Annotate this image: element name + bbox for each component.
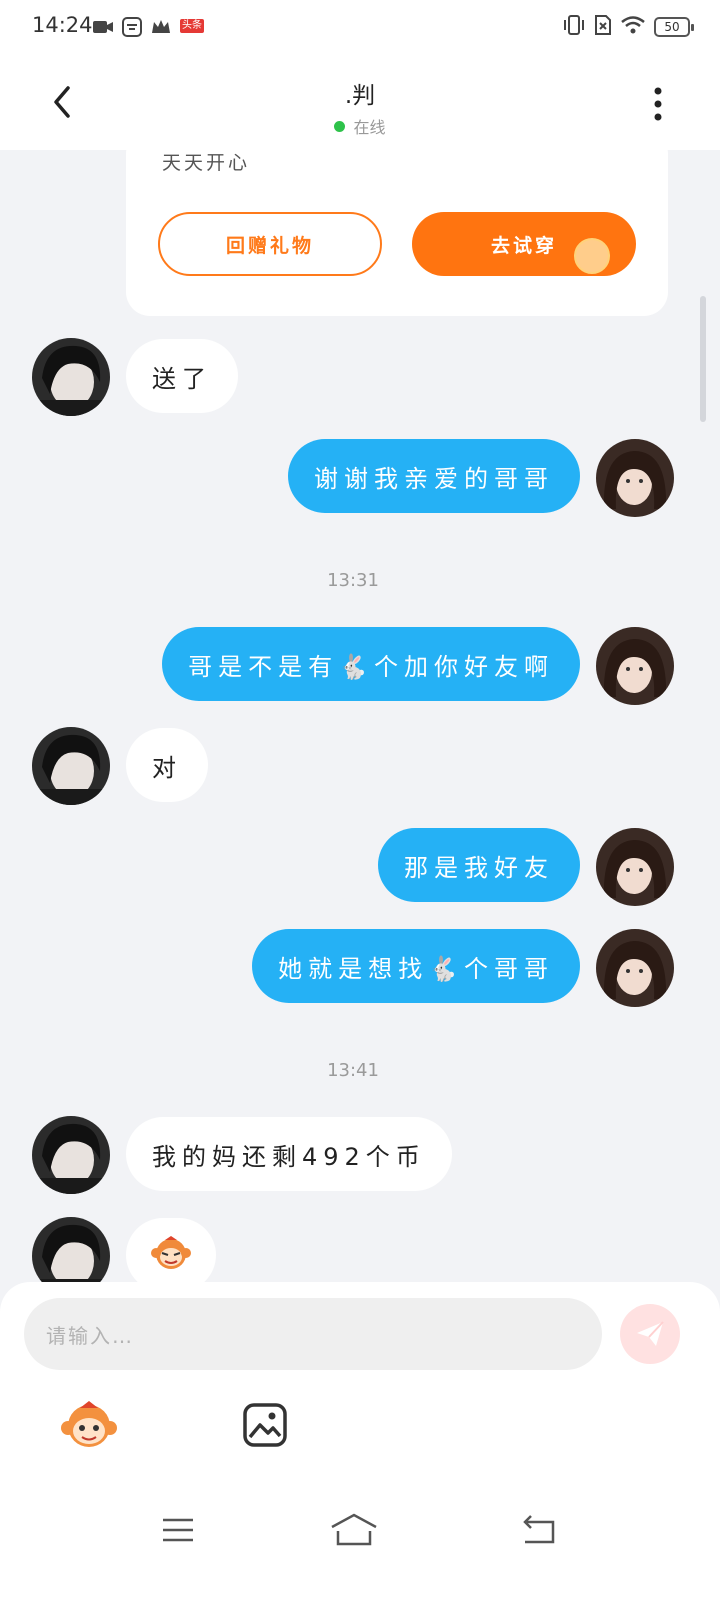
user-avatar[interactable]: [596, 439, 674, 517]
monkey-sticker-icon: [151, 1236, 191, 1269]
system-nav-bar: [0, 1490, 720, 1600]
user-avatar[interactable]: [596, 627, 674, 705]
no-sim-icon: [594, 14, 612, 40]
online-status-label: 在线: [353, 118, 386, 137]
crown-icon: [150, 16, 172, 38]
online-dot: [334, 120, 346, 132]
emoji-button[interactable]: [60, 1400, 118, 1450]
return-gift-button[interactable]: 回赠礼物: [158, 212, 382, 276]
timestamp: 13:31: [327, 570, 379, 591]
chat-title: .判: [344, 83, 376, 109]
chat-title-block: .判 在线: [0, 76, 720, 138]
status-time: 14:24: [32, 13, 93, 37]
video-camera-icon: [92, 16, 114, 38]
back-nav-button[interactable]: [514, 1510, 562, 1550]
home-nav-button[interactable]: [330, 1510, 378, 1550]
menu-icon: [163, 1518, 193, 1542]
message-list[interactable]: 天天开心 回赠礼物 去试穿 送了 谢谢我亲爱的哥哥 13:31 哥是不是有🐇个加…: [0, 150, 720, 1282]
status-bar: 14:24 头条 50: [0, 0, 720, 58]
battery-indicator: 50: [654, 17, 694, 37]
app-notification-icon: [121, 16, 143, 38]
message-input[interactable]: 请输入…: [24, 1298, 602, 1370]
message-bubble-outgoing[interactable]: 她就是想找🐇个哥哥: [252, 929, 580, 1003]
gift-message: 天天开心: [162, 152, 251, 174]
image-button[interactable]: [242, 1402, 288, 1448]
contact-avatar[interactable]: [32, 338, 110, 416]
system-indicators: 50: [562, 14, 694, 40]
more-options-button[interactable]: [636, 82, 680, 126]
message-bubble-incoming[interactable]: 对: [126, 728, 208, 802]
user-avatar[interactable]: [596, 828, 674, 906]
image-icon: [243, 1403, 287, 1447]
send-button[interactable]: [620, 1304, 680, 1364]
sticker-message[interactable]: [126, 1218, 216, 1282]
menu-nav-button[interactable]: [154, 1510, 202, 1550]
timestamp: 13:41: [327, 1060, 379, 1081]
user-avatar[interactable]: [596, 929, 674, 1007]
home-icon: [331, 1513, 377, 1546]
contact-avatar[interactable]: [32, 727, 110, 805]
touch-indicator: [574, 238, 610, 274]
news-badge: 头条: [180, 19, 204, 33]
paper-plane-icon: [637, 1321, 664, 1346]
more-vertical-icon: [654, 87, 662, 121]
message-bubble-incoming[interactable]: 我的妈还剩492个币: [126, 1117, 452, 1191]
monkey-emoji-icon: [61, 1401, 117, 1447]
message-bubble-outgoing[interactable]: 哥是不是有🐇个加你好友啊: [162, 627, 580, 701]
scrollbar[interactable]: [700, 296, 706, 422]
chat-header: .判 在线: [0, 58, 720, 150]
message-bubble-outgoing[interactable]: 那是我好友: [378, 828, 580, 902]
message-bubble-outgoing[interactable]: 谢谢我亲爱的哥哥: [288, 439, 580, 513]
online-status: 在线: [0, 114, 720, 138]
contact-avatar[interactable]: [32, 1116, 110, 1194]
vibrate-icon: [562, 14, 586, 40]
back-arrow-icon: [523, 1515, 555, 1544]
gift-card: 天天开心 回赠礼物 去试穿: [126, 150, 668, 316]
contact-avatar[interactable]: [32, 1217, 110, 1282]
message-bubble-incoming[interactable]: 送了: [126, 339, 238, 413]
wifi-icon: [620, 14, 646, 40]
